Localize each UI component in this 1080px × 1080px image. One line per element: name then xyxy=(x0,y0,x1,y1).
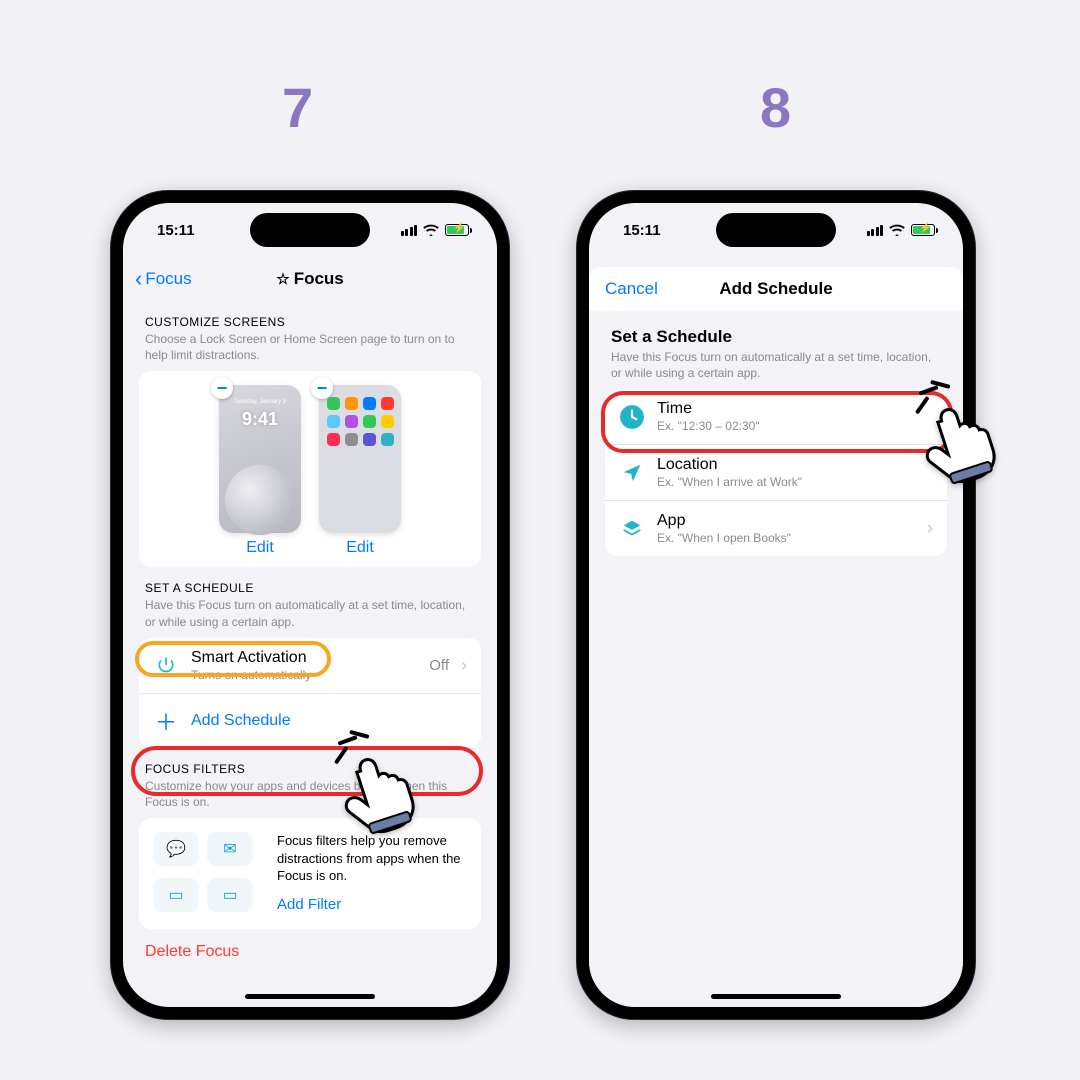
clock-icon xyxy=(619,404,645,430)
app-title: App xyxy=(657,512,915,530)
wifi-icon xyxy=(423,224,439,236)
chevron-right-icon: › xyxy=(927,518,933,539)
edit-lockscreen[interactable]: Edit xyxy=(246,539,274,557)
nav-bar: ‹ Focus ☆Focus xyxy=(123,257,497,301)
lock-clock: 9:41 xyxy=(219,409,301,430)
nav-title: ☆Focus xyxy=(276,269,344,289)
messages-icon: 💬 xyxy=(153,832,199,866)
wifi-icon xyxy=(889,224,905,236)
lowpower-icon: ▭ xyxy=(207,878,253,912)
battery-icon: ⚡ xyxy=(445,224,469,236)
delete-focus[interactable]: Delete Focus xyxy=(139,929,481,961)
back-button[interactable]: ‹ Focus xyxy=(135,269,192,289)
schedule-header: SET A SCHEDULE xyxy=(139,567,481,597)
time-title: Time xyxy=(657,400,933,418)
lockscreen-thumb[interactable]: − Tuesday, January 9 9:41 xyxy=(219,385,301,533)
app-row[interactable]: App Ex. "When I open Books" › xyxy=(605,500,947,556)
filters-card: 💬 ✉︎ ▭ ▭ Focus filters help you remove d… xyxy=(139,818,481,929)
app-sub: Ex. "When I open Books" xyxy=(657,531,915,545)
location-row[interactable]: Location Ex. "When I arrive at Work" xyxy=(605,444,947,500)
mail-icon: ✉︎ xyxy=(207,832,253,866)
home-indicator[interactable] xyxy=(711,994,841,999)
chevron-right-icon: › xyxy=(461,655,467,676)
edit-homescreen[interactable]: Edit xyxy=(346,539,374,557)
modal-nav-bar: Cancel Add Schedule xyxy=(589,267,963,311)
set-schedule-sub: Have this Focus turn on automatically at… xyxy=(605,349,947,389)
calendar-icon: ▭ xyxy=(153,878,199,912)
remove-button[interactable]: − xyxy=(311,377,333,399)
smart-title: Smart Activation xyxy=(191,649,417,667)
screen: 15:11 ⚡ Cancel Add Schedule Set a Schedu… xyxy=(589,203,963,1007)
schedule-options-card: Time Ex. "12:30 – 02:30" Location Ex. "W… xyxy=(605,389,947,556)
battery-icon: ⚡ xyxy=(911,224,935,236)
set-schedule-title: Set a Schedule xyxy=(605,311,947,349)
smart-sub: Turns on automatically xyxy=(191,668,417,682)
phone-right: 15:11 ⚡ Cancel Add Schedule Set a Schedu… xyxy=(576,190,976,1020)
star-icon: ☆ xyxy=(276,271,289,288)
add-schedule-label: Add Schedule xyxy=(191,712,291,730)
smart-activation-row[interactable]: Smart Activation Turns on automatically … xyxy=(139,638,481,693)
screens-card: − Tuesday, January 9 9:41 Edit − xyxy=(139,371,481,567)
add-schedule-row[interactable]: ＋ Add Schedule xyxy=(139,693,481,748)
cellular-icon xyxy=(867,225,884,236)
home-indicator[interactable] xyxy=(245,994,375,999)
time-row[interactable]: Time Ex. "12:30 – 02:30" xyxy=(605,389,947,444)
location-sub: Ex. "When I arrive at Work" xyxy=(657,475,933,489)
step-label-8: 8 xyxy=(760,75,791,140)
customize-sub: Choose a Lock Screen or Home Screen page… xyxy=(139,331,481,371)
filters-desc: Focus filters help you remove distractio… xyxy=(277,832,467,885)
filters-header: FOCUS FILTERS xyxy=(139,748,481,778)
status-bar: 15:11 ⚡ xyxy=(589,203,963,257)
time-sub: Ex. "12:30 – 02:30" xyxy=(657,419,933,433)
customize-header: CUSTOMIZE SCREENS xyxy=(139,301,481,331)
status-time: 15:11 xyxy=(623,222,661,239)
location-icon xyxy=(619,462,645,484)
status-bar: 15:11 ⚡ xyxy=(123,203,497,257)
add-filter-link[interactable]: Add Filter xyxy=(277,895,467,915)
filters-sub: Customize how your apps and devices beha… xyxy=(139,778,481,818)
homescreen-thumb[interactable]: − xyxy=(319,385,401,533)
status-time: 15:11 xyxy=(157,222,195,239)
cancel-button[interactable]: Cancel xyxy=(605,279,658,299)
schedule-sub: Have this Focus turn on automatically at… xyxy=(139,597,481,637)
filter-app-icons: 💬 ✉︎ ▭ ▭ xyxy=(153,832,263,915)
cellular-icon xyxy=(401,225,418,236)
location-title: Location xyxy=(657,456,933,474)
back-label: Focus xyxy=(145,269,191,289)
phone-left: 15:11 ⚡ ‹ Focus ☆Focus CUSTOMIZE SCREENS… xyxy=(110,190,510,1020)
plus-icon: ＋ xyxy=(153,705,179,737)
lock-date: Tuesday, January 9 xyxy=(219,399,301,405)
modal-title: Add Schedule xyxy=(719,279,832,299)
smart-value: Off xyxy=(429,657,449,674)
power-icon xyxy=(153,655,179,675)
remove-button[interactable]: − xyxy=(211,377,233,399)
step-label-7: 7 xyxy=(282,75,313,140)
screen: 15:11 ⚡ ‹ Focus ☆Focus CUSTOMIZE SCREENS… xyxy=(123,203,497,1007)
schedule-card: Smart Activation Turns on automatically … xyxy=(139,638,481,748)
app-icon xyxy=(619,518,645,540)
